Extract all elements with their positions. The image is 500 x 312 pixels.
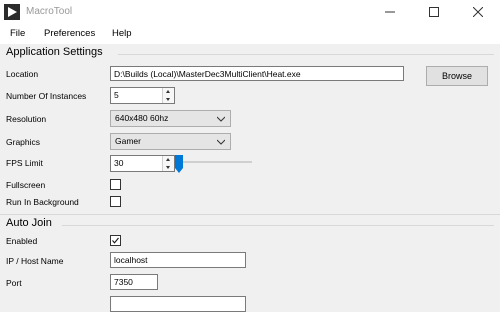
resolution-label: Resolution <box>6 114 47 124</box>
macrotool-icon <box>4 4 20 20</box>
auto-join-title: Auto Join <box>6 217 52 229</box>
fps-slider[interactable] <box>172 153 252 175</box>
graphics-label: Graphics <box>6 137 41 147</box>
chevron-down-icon <box>217 116 225 122</box>
graphics-value: Gamer <box>115 136 141 146</box>
run-in-background-label: Run In Background <box>6 197 79 207</box>
menu-preferences[interactable]: Preferences <box>44 28 95 39</box>
minimize-icon <box>385 11 395 13</box>
graphics-select[interactable]: Gamer <box>110 133 231 150</box>
app-settings-title: Application Settings <box>6 46 103 58</box>
minimize-button[interactable] <box>368 0 412 24</box>
instances-label: Number Of Instances <box>6 91 87 101</box>
resolution-value: 640x480 60hz <box>115 113 169 123</box>
run-in-background-checkbox[interactable] <box>110 196 121 207</box>
section-divider <box>0 214 500 215</box>
fullscreen-checkbox[interactable] <box>110 179 121 190</box>
enabled-checkbox[interactable] <box>110 235 121 246</box>
title-bar: MacroTool <box>0 0 500 24</box>
fullscreen-label: Fullscreen <box>6 180 46 190</box>
host-field[interactable]: localhost <box>110 252 246 268</box>
location-label: Location <box>6 69 39 79</box>
close-icon <box>473 7 483 17</box>
browse-button[interactable]: Browse <box>426 66 488 86</box>
location-field[interactable]: D:\Builds (Local)\MasterDec3MultiClient\… <box>110 66 404 81</box>
fps-stepper[interactable]: 30 <box>110 155 175 172</box>
next-field[interactable] <box>110 296 246 312</box>
maximize-button[interactable] <box>412 0 456 24</box>
port-label: Port <box>6 278 22 288</box>
fps-slider-track <box>176 161 252 163</box>
instances-stepper[interactable]: 5 <box>110 87 175 104</box>
spin-down-icon[interactable] <box>163 96 174 103</box>
chevron-down-icon <box>217 139 225 145</box>
auto-join-divider <box>62 225 494 226</box>
app-settings-divider <box>118 54 494 55</box>
port-field[interactable]: 7350 <box>110 274 158 290</box>
window-title: MacroTool <box>26 6 73 17</box>
fps-value: 30 <box>114 158 124 168</box>
instances-value: 5 <box>114 90 119 100</box>
maximize-icon <box>429 7 439 17</box>
menu-file[interactable]: File <box>10 28 25 39</box>
menu-help[interactable]: Help <box>112 28 132 39</box>
host-label: IP / Host Name <box>6 256 64 266</box>
resolution-select[interactable]: 640x480 60hz <box>110 110 231 127</box>
spin-up-icon[interactable] <box>163 88 174 95</box>
fps-label: FPS Limit <box>6 158 43 168</box>
fps-slider-thumb[interactable] <box>175 155 183 173</box>
instances-stepper-buttons <box>162 88 174 103</box>
enabled-label: Enabled <box>6 236 38 246</box>
checkmark-icon <box>112 237 119 244</box>
close-button[interactable] <box>456 0 500 24</box>
menu-bar: File Preferences Help <box>0 24 500 45</box>
